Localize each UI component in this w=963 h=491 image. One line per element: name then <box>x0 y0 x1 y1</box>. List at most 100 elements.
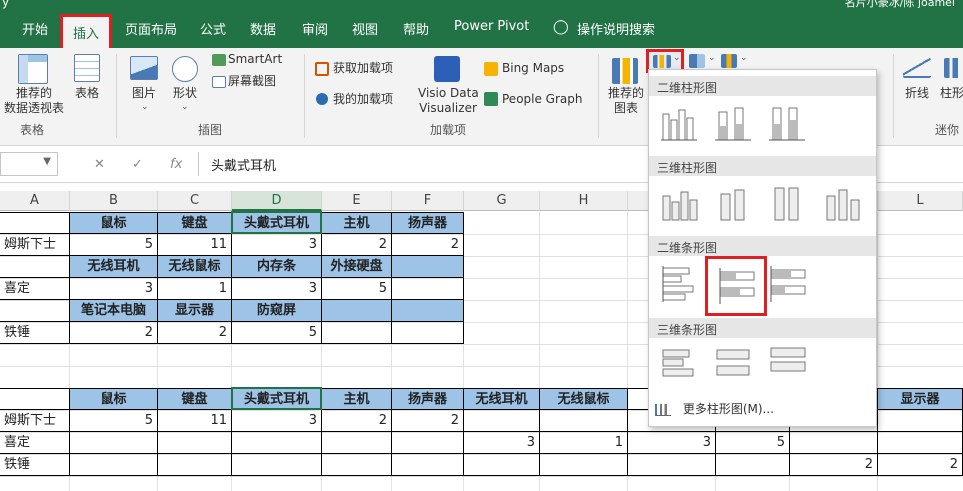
cancel-icon[interactable]: ✕ <box>94 157 105 172</box>
value-cell[interactable] <box>392 278 464 300</box>
product-header-cell[interactable]: 无线耳机 <box>70 256 158 278</box>
more-column-charts-link[interactable]: 更多柱形图(M)... <box>655 400 774 417</box>
product-header-cell[interactable]: 主机 <box>322 212 392 234</box>
tab-power-pivot[interactable]: Power Pivot <box>454 19 529 34</box>
table2-header-cell[interactable]: 鼠标 <box>70 388 158 410</box>
column-header-f[interactable]: F <box>392 191 464 211</box>
table2-header-cell[interactable]: 主机 <box>322 388 392 410</box>
3d-percent-stacked-bar-option[interactable] <box>765 342 809 386</box>
table2-value-cell[interactable] <box>540 410 628 432</box>
table2-value-cell[interactable]: 3 <box>628 432 716 454</box>
product-header-cell[interactable]: 无线鼠标 <box>158 256 232 278</box>
clustered-bar-option[interactable] <box>657 262 701 306</box>
3d-stacked-column-option[interactable] <box>711 182 755 226</box>
table2-value-cell[interactable]: 1 <box>540 432 628 454</box>
table2-value-cell[interactable]: 3 <box>232 410 322 432</box>
table2-value-cell[interactable] <box>464 454 540 476</box>
table2-value-cell[interactable] <box>322 454 392 476</box>
value-cell[interactable]: 3 <box>70 278 158 300</box>
table2-value-cell[interactable]: 2 <box>878 454 963 476</box>
product-header-cell[interactable]: 外接硬盘 <box>322 256 392 278</box>
table2-header-cell[interactable]: 扬声器 <box>392 388 464 410</box>
table2-value-cell[interactable] <box>392 454 464 476</box>
product-header-cell[interactable] <box>0 300 70 322</box>
table2-value-cell[interactable] <box>70 432 158 454</box>
table2-value-cell[interactable] <box>232 432 322 454</box>
table2-value-cell[interactable]: 2 <box>392 410 464 432</box>
product-header-cell[interactable]: 笔记本电脑 <box>70 300 158 322</box>
product-header-cell[interactable]: 防窥屏 <box>232 300 322 322</box>
3d-column-option[interactable] <box>819 182 863 226</box>
value-cell[interactable]: 2 <box>392 234 464 256</box>
product-header-cell[interactable]: 显示器 <box>158 300 232 322</box>
tab-tell-me[interactable]: 操作说明搜索 <box>577 19 655 38</box>
lightbulb-icon[interactable]: ◯ <box>553 19 569 35</box>
product-header-cell[interactable] <box>392 256 464 278</box>
table2-value-cell[interactable] <box>392 432 464 454</box>
table2-value-cell[interactable]: 3 <box>464 432 540 454</box>
percent-stacked-bar-option[interactable] <box>765 262 809 306</box>
table2-value-cell[interactable] <box>158 432 232 454</box>
table2-value-cell[interactable] <box>790 432 878 454</box>
table2-value-cell[interactable] <box>70 454 158 476</box>
tab-insert[interactable]: 插入 <box>60 14 113 48</box>
user-name[interactable]: 名片小豪冰/陈 joamei <box>845 0 955 10</box>
3d-percent-stacked-column-option[interactable] <box>765 182 809 226</box>
table2-value-cell[interactable]: 2 <box>790 454 878 476</box>
3d-clustered-bar-option[interactable] <box>657 342 701 386</box>
column-header-a[interactable]: A <box>0 191 70 211</box>
product-header-cell[interactable] <box>392 300 464 322</box>
value-cell[interactable]: 3 <box>232 234 322 256</box>
table2-value-cell[interactable] <box>878 432 963 454</box>
name-box-dropdown-icon[interactable]: ▼ <box>43 156 51 167</box>
stacked-bar-option[interactable] <box>714 264 758 308</box>
value-cell[interactable]: 姆斯下士 <box>0 234 70 256</box>
column-header-l[interactable]: L <box>878 191 963 211</box>
tab-help[interactable]: 帮助 <box>403 19 429 38</box>
tab-home[interactable]: 开始 <box>22 19 48 38</box>
value-cell[interactable]: 3 <box>232 278 322 300</box>
value-cell[interactable]: 2 <box>70 322 158 344</box>
product-header-cell[interactable] <box>0 256 70 278</box>
product-header-cell[interactable] <box>0 212 70 234</box>
value-cell[interactable]: 2 <box>158 322 232 344</box>
product-header-cell[interactable] <box>322 300 392 322</box>
table2-value-cell[interactable]: 2 <box>322 410 392 432</box>
column-header-b[interactable]: B <box>70 191 158 211</box>
tab-page-layout[interactable]: 页面布局 <box>125 19 177 38</box>
tab-data[interactable]: 数据 <box>250 19 276 38</box>
table2-value-cell[interactable] <box>878 410 963 432</box>
value-cell[interactable]: 喜定 <box>0 278 70 300</box>
value-cell[interactable] <box>392 322 464 344</box>
value-cell[interactable]: 2 <box>322 234 392 256</box>
name-box[interactable]: ▼ <box>0 152 58 176</box>
value-cell[interactable]: 5 <box>322 278 392 300</box>
table2-value-cell[interactable] <box>464 410 540 432</box>
table2-value-cell[interactable]: 5 <box>716 432 790 454</box>
enter-icon[interactable]: ✓ <box>132 157 143 172</box>
value-cell[interactable]: 11 <box>158 234 232 256</box>
table2-value-cell[interactable] <box>540 454 628 476</box>
table2-value-cell[interactable] <box>322 432 392 454</box>
column-header-c[interactable]: C <box>158 191 232 211</box>
value-cell[interactable]: 铁锤 <box>0 322 70 344</box>
value-cell[interactable]: 5 <box>70 234 158 256</box>
product-header-cell[interactable]: 鼠标 <box>70 212 158 234</box>
table2-header-cell[interactable]: 无线鼠标 <box>540 388 628 410</box>
value-cell[interactable] <box>322 322 392 344</box>
3d-clustered-column-option[interactable] <box>657 182 701 226</box>
table2-value-cell[interactable] <box>628 454 716 476</box>
tab-review[interactable]: 审阅 <box>302 19 328 38</box>
column-header-g[interactable]: G <box>464 191 540 211</box>
table2-value-cell[interactable]: 铁锤 <box>0 454 70 476</box>
table2-value-cell[interactable]: 姆斯下士 <box>0 410 70 432</box>
table2-value-cell[interactable]: 11 <box>158 410 232 432</box>
table2-header-cell[interactable]: 显示器 <box>878 388 963 410</box>
table2-header-cell[interactable]: 键盘 <box>158 388 232 410</box>
column-header-e[interactable]: E <box>322 191 392 211</box>
column-header-d[interactable]: D <box>232 191 322 211</box>
column-header-h[interactable]: H <box>540 191 628 211</box>
tab-view[interactable]: 视图 <box>352 19 378 38</box>
table2-value-cell[interactable] <box>232 454 322 476</box>
tab-formulas[interactable]: 公式 <box>200 19 226 38</box>
